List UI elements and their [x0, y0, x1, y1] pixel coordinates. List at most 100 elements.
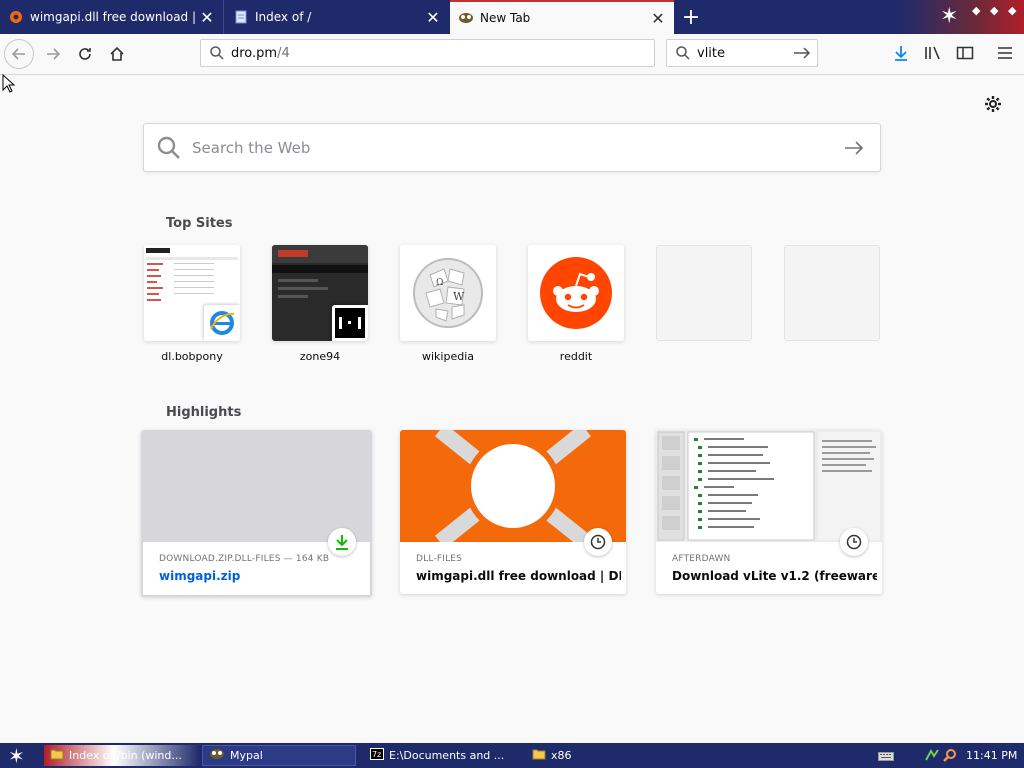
highlight-title: Download vLite v1.2 (freeware) ...: [672, 569, 877, 583]
library-button[interactable]: [922, 42, 944, 64]
highlight-card-afterdawn[interactable]: AFTERDAWN Download vLite v1.2 (freeware)…: [656, 430, 882, 594]
clock-badge: [840, 528, 868, 556]
forward-arrow-icon: [47, 48, 61, 60]
close-tab-icon[interactable]: ✕: [648, 9, 668, 28]
menu-button[interactable]: [994, 42, 1016, 64]
downloads-button[interactable]: [890, 42, 912, 64]
taskbar-item-mypal[interactable]: Mypal: [202, 745, 356, 766]
reload-button[interactable]: [70, 39, 100, 69]
top-site-reddit[interactable]: reddit: [528, 245, 624, 363]
web-search-input[interactable]: Search the Web: [143, 123, 881, 172]
highlights-title: Highlights: [166, 405, 242, 420]
clock-icon: [846, 534, 862, 550]
top-sites-title: Top Sites: [166, 216, 233, 231]
search-icon: [157, 136, 180, 159]
clock-icon: [590, 534, 606, 550]
folder-icon: [532, 748, 546, 763]
new-tab-button[interactable]: +: [676, 0, 706, 34]
clock-badge: [584, 528, 612, 556]
star-logo-icon: ✶: [940, 4, 959, 29]
search-icon: [210, 46, 224, 60]
close-tab-icon[interactable]: ✕: [423, 8, 443, 27]
library-icon: [925, 46, 940, 60]
site-thumbnail: [144, 245, 240, 341]
empty-tile: [656, 245, 752, 341]
highlight-meta: DOWNLOAD.ZIP.DLL-FILES — 164 KB: [159, 554, 330, 564]
search-icon: [676, 46, 690, 60]
top-site-label: wikipedia: [421, 350, 474, 363]
search-submit-arrow-icon[interactable]: [844, 140, 864, 156]
highlight-meta: DLL-FILES: [416, 554, 463, 564]
tab-index-of[interactable]: Index of / ✕: [225, 0, 449, 34]
download-badge: [328, 528, 356, 556]
tab-dll-files[interactable]: wimgapi.dll free download | DLL-file ✕: [0, 0, 224, 34]
close-tab-icon[interactable]: ✕: [197, 8, 217, 27]
sidebar-icon: [956, 46, 974, 60]
top-site-label: reddit: [559, 350, 593, 363]
restore-icon[interactable]: ◆: [990, 4, 998, 17]
go-arrow-icon[interactable]: [793, 46, 811, 60]
site-thumbnail: [272, 245, 368, 341]
vlite-screenshot-image: [656, 430, 882, 542]
tab-title: wimgapi.dll free download | DLL-file: [30, 10, 197, 24]
highlight-title: wimgapi.dll free download | DLL...: [416, 569, 621, 583]
site-thumbnail: [528, 245, 624, 341]
svg-text:7z: 7z: [372, 750, 381, 759]
top-site-label: zone94: [299, 350, 341, 363]
minimize-icon[interactable]: ◆: [972, 4, 980, 17]
tab-title: New Tab: [480, 11, 531, 25]
taskbar-item-x86[interactable]: x86: [526, 745, 682, 766]
top-site-dl-bobpony[interactable]: dl.bobpony: [144, 245, 240, 363]
taskbar: ✶ Index of /bin (wind... Mypal 7z E:\Doc…: [0, 743, 1024, 768]
top-site-wikipedia[interactable]: Ω W wikipedia: [400, 245, 496, 363]
site-thumbnail: Ω W: [400, 245, 496, 341]
keyboard-tray-icon[interactable]: [878, 750, 894, 765]
zone94-favicon: [332, 305, 368, 341]
7zip-icon: 7z: [370, 748, 384, 763]
top-site-label: dl.bobpony: [161, 350, 223, 363]
system-clock[interactable]: 11:41 PM: [966, 749, 1017, 762]
download-icon: [336, 535, 348, 550]
taskbar-label: E:\Documents and ...: [389, 749, 505, 762]
top-site-zone94[interactable]: zone94: [272, 245, 368, 363]
theme-art: [900, 0, 1024, 34]
search-placeholder: Search the Web: [192, 138, 311, 157]
tab-title: Index of /: [255, 10, 312, 24]
taskbar-label: Mypal: [230, 749, 263, 762]
gear-icon: [985, 96, 1001, 112]
url-path: /4: [277, 45, 290, 61]
highlight-title: wimgapi.zip: [159, 569, 241, 583]
tab-new-tab[interactable]: New Tab ✕: [450, 0, 674, 34]
sidebar-button[interactable]: [954, 42, 976, 64]
address-bar[interactable]: dro.pm/4: [200, 39, 655, 67]
page-icon: [233, 9, 249, 25]
download-icon: [895, 46, 907, 61]
home-button[interactable]: [102, 39, 132, 69]
taskbar-label: Index of /bin (wind...: [69, 749, 182, 762]
pong-icon: [335, 308, 365, 338]
close-window-icon[interactable]: ◆: [1008, 4, 1016, 17]
start-button[interactable]: ✶: [8, 744, 25, 768]
highlight-card-download[interactable]: DOWNLOAD.ZIP.DLL-FILES — 164 KB wimgapi.…: [141, 430, 372, 597]
mypal-icon: [458, 10, 474, 26]
highlight-card-dll-files[interactable]: DLL-FILES wimgapi.dll free download | DL…: [400, 430, 626, 594]
customize-button[interactable]: [984, 94, 1002, 118]
forward-button[interactable]: [38, 39, 68, 69]
dll-files-favicon: [8, 9, 24, 25]
back-arrow-icon: [11, 48, 25, 60]
search-tray-icon[interactable]: [943, 748, 957, 765]
highlight-meta: AFTERDAWN: [672, 554, 731, 564]
top-site-empty[interactable]: [656, 245, 752, 350]
back-button[interactable]: [4, 39, 34, 69]
top-site-empty[interactable]: [784, 245, 880, 350]
ie-favicon: [204, 305, 240, 341]
taskbar-label: x86: [551, 749, 572, 762]
mypal-icon: [209, 748, 225, 763]
reload-icon: [79, 48, 91, 60]
svg-text:W: W: [453, 290, 465, 303]
search-bar[interactable]: vlite: [666, 39, 818, 67]
taskbar-item-7zip[interactable]: 7z E:\Documents and ...: [364, 745, 520, 766]
taskbar-item-index-of[interactable]: Index of /bin (wind...: [44, 745, 200, 766]
home-icon: [110, 46, 124, 61]
network-tray-icon[interactable]: [924, 748, 940, 765]
